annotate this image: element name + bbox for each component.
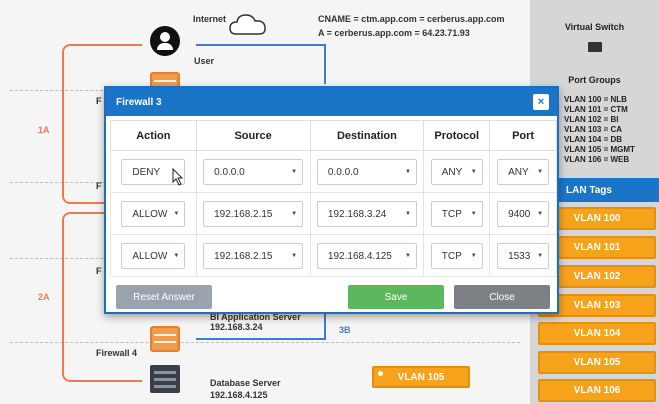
close-button[interactable]: Close [454,285,550,309]
select-value: TCP [441,208,462,220]
flow-label-1a: 1A [38,125,50,135]
destination-select[interactable]: 0.0.0.0 ▼ [316,158,417,185]
dialog-title: Firewall 3 [116,96,162,108]
firewall-label-partial: F [96,96,102,106]
select-value: DENY [132,166,161,178]
switch-icon [588,42,602,52]
port-group-item: VLAN 102 = BI [564,115,619,124]
select-value: ANY [508,166,529,178]
select-value: ALLOW [132,208,168,220]
source-select[interactable]: 192.168.2.15 ▼ [203,242,304,269]
dialog-header: Firewall 3 × [106,88,557,116]
port-group-item: VLAN 106 = WEB [564,155,630,164]
select-value: 192.168.2.15 [214,208,273,220]
select-value: 1533 [508,250,531,262]
dns-cname-text: CNAME = ctm.app.com = cerberus.app.com [318,14,505,24]
dropdown-caret-icon: ▼ [173,252,180,259]
table-row: ALLOW ▼ 192.168.2.15 ▼ 192.168.4.125 ▼ TCP ▼… [110,234,557,277]
protocol-select[interactable]: TCP ▼ [430,242,483,269]
column-header-source: Source [195,120,311,151]
vlan-105-assigned-label: VLAN 105 [397,371,445,383]
mouse-cursor-icon [172,168,184,186]
port-select[interactable]: 9400 ▼ [497,200,550,227]
firewall-4-label: Firewall 4 [96,348,138,358]
protocol-select[interactable]: TCP ▼ [430,200,483,227]
select-value: 192.168.2.15 [214,250,273,262]
column-header-protocol: Protocol [423,120,491,151]
save-button[interactable]: Save [348,285,444,309]
port-groups-list: VLAN 100 = NLB VLAN 101 = CTM VLAN 102 =… [564,95,635,165]
dropdown-caret-icon: ▼ [404,210,411,217]
column-header-port: Port [489,120,557,151]
bi-server-ip: 192.168.3.24 [210,322,263,332]
dropdown-caret-icon: ▼ [537,252,544,259]
destination-select[interactable]: 192.168.3.24 ▼ [316,200,417,227]
flow-line-blue-top [196,44,326,84]
db-server-label: Database Server [210,378,281,388]
port-group-item: VLAN 103 = CA [564,125,623,134]
port-select[interactable]: 1533 ▼ [497,242,550,269]
flow-label-3b: 3B [339,325,351,335]
vlan-tag-105[interactable]: VLAN 105 [538,351,656,374]
db-server-ip: 192.168.4.125 [210,390,268,400]
flow-label-2a: 2A [38,292,50,302]
select-value: 9400 [508,208,531,220]
table-row: ALLOW ▼ 192.168.2.15 ▼ 192.168.3.24 ▼ TCP ▼ … [110,192,557,235]
firewall-4-icon[interactable] [150,326,180,352]
table-header-row: Action Source Destination Protocol Port [110,120,557,151]
dropdown-caret-icon: ▼ [404,252,411,259]
column-header-destination: Destination [309,120,425,151]
dropdown-caret-icon: ▼ [291,210,298,217]
action-select[interactable]: ALLOW ▼ [121,200,186,227]
firewall-rules-table: Action Source Destination Protocol Port … [110,120,557,277]
select-value: ALLOW [132,250,168,262]
column-header-action: Action [110,120,197,151]
port-groups-title: Port Groups [568,75,621,85]
dropdown-caret-icon: ▼ [537,168,544,175]
port-group-item: VLAN 100 = NLB [564,95,627,104]
reset-answer-button[interactable]: Reset Answer [116,285,212,309]
vlan-tag-104[interactable]: VLAN 104 [538,322,656,345]
dropdown-caret-icon: ▼ [470,210,477,217]
firewall-label-partial: F [96,266,102,276]
user-label: User [194,56,215,66]
select-value: 0.0.0.0 [327,166,359,178]
vlan-tag-106[interactable]: VLAN 106 [538,379,656,402]
port-group-item: VLAN 104 = DB [564,135,623,144]
dropdown-caret-icon: ▼ [291,168,298,175]
dropdown-caret-icon: ▼ [470,168,477,175]
dropdown-caret-icon: ▼ [537,210,544,217]
protocol-select[interactable]: ANY ▼ [430,158,483,185]
port-select[interactable]: ANY ▼ [497,158,550,185]
firewall-label-partial: F [96,181,102,191]
port-group-item: VLAN 101 = CTM [564,105,628,114]
select-value: 192.168.4.125 [327,250,392,262]
vlan-105-assigned-tag[interactable]: VLAN 105 [372,366,470,388]
destination-select[interactable]: 192.168.4.125 ▼ [316,242,417,269]
virtual-switch-title: Virtual Switch [564,22,625,32]
close-icon[interactable]: × [533,94,549,110]
dropdown-caret-icon: ▼ [404,168,411,175]
dropdown-caret-icon: ▼ [470,252,477,259]
port-group-item: VLAN 105 = MGMT [564,145,635,154]
dropdown-caret-icon: ▼ [291,252,298,259]
firewall-rules-dialog: Firewall 3 × Action Source Destination P… [104,86,559,314]
select-value: TCP [441,250,462,262]
action-select[interactable]: ALLOW ▼ [121,242,186,269]
source-select[interactable]: 0.0.0.0 ▼ [203,158,304,185]
source-select[interactable]: 192.168.2.15 ▼ [203,200,304,227]
select-value: ANY [441,166,463,178]
dns-a-record-text: A = cerberus.app.com = 64.23.71.93 [318,28,470,38]
database-server-icon[interactable] [150,365,180,393]
cloud-icon [229,14,266,35]
select-value: 0.0.0.0 [214,166,245,178]
dropdown-caret-icon: ▼ [173,210,180,217]
tag-dot-icon [378,371,383,376]
user-icon[interactable] [150,26,180,56]
internet-label: Internet [193,14,227,24]
select-value: 192.168.3.24 [327,208,387,220]
